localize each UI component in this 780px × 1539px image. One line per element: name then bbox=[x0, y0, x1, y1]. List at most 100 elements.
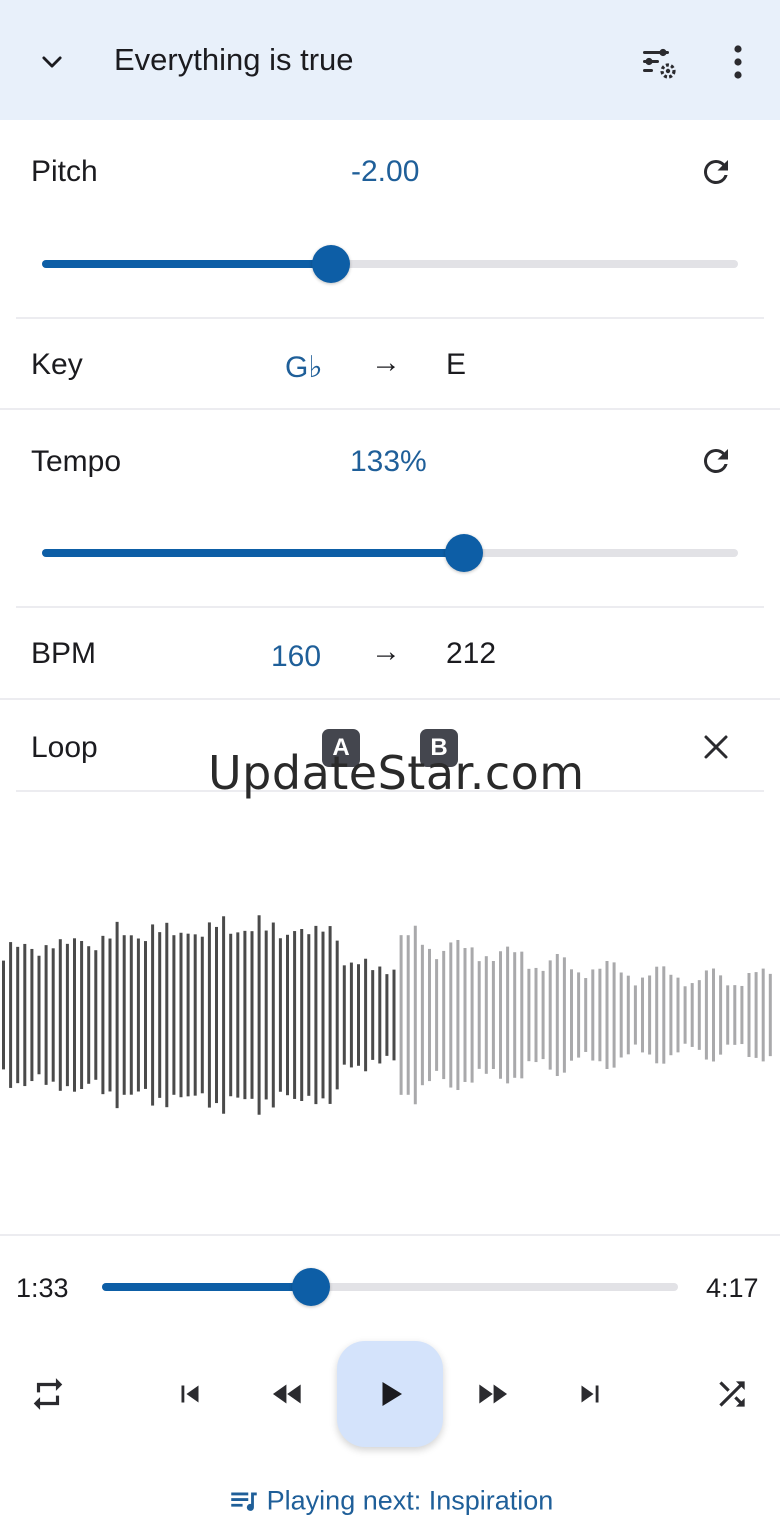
waveform-bar bbox=[704, 970, 708, 1060]
waveform-bar bbox=[413, 925, 417, 1105]
waveform-bar bbox=[151, 924, 155, 1106]
waveform-bar bbox=[570, 969, 573, 1061]
waveform-bar bbox=[520, 951, 524, 1079]
waveform-bar bbox=[541, 970, 545, 1060]
playback-progress-slider[interactable] bbox=[102, 1268, 678, 1306]
play-button[interactable] bbox=[337, 1341, 443, 1447]
waveform-bar bbox=[712, 968, 715, 1062]
tempo-slider-thumb[interactable] bbox=[445, 534, 484, 572]
waveform-bar bbox=[73, 938, 76, 1092]
waveform-bar bbox=[420, 944, 424, 1086]
rewind-button[interactable] bbox=[266, 1372, 310, 1416]
waveform-bar bbox=[314, 925, 318, 1105]
play-icon bbox=[382, 1382, 402, 1406]
waveform-bar bbox=[506, 946, 510, 1084]
waveform-bar bbox=[136, 938, 140, 1092]
tempo-slider[interactable] bbox=[42, 534, 738, 572]
repeat-icon bbox=[33, 1378, 63, 1410]
waveform-bar bbox=[633, 985, 637, 1045]
tempo-slider-fill bbox=[42, 549, 465, 557]
waveform-bar bbox=[392, 969, 396, 1061]
waveform-bar bbox=[577, 972, 581, 1058]
fast-forward-button[interactable] bbox=[470, 1372, 514, 1416]
waveform-bar bbox=[2, 960, 5, 1070]
waveform-bar bbox=[655, 966, 659, 1064]
playing-next-link[interactable]: Playing next: Inspiration bbox=[0, 1484, 780, 1518]
divider bbox=[16, 606, 764, 608]
watermark: UpdateStar.com bbox=[208, 746, 585, 800]
waveform-bar bbox=[449, 942, 453, 1088]
waveform-bar bbox=[669, 974, 673, 1056]
waveform-bar bbox=[676, 977, 680, 1053]
queue-music-icon bbox=[230, 1492, 257, 1511]
collapse-button[interactable] bbox=[30, 40, 74, 84]
waveform[interactable] bbox=[0, 890, 780, 1140]
shuffle-button[interactable] bbox=[710, 1372, 754, 1416]
waveform-bar bbox=[207, 922, 211, 1108]
song-title: Everything is true bbox=[114, 42, 354, 77]
waveform-bar bbox=[399, 935, 403, 1095]
more-options-button[interactable] bbox=[716, 40, 760, 84]
repeat-button[interactable] bbox=[26, 1372, 70, 1416]
waveform-bar bbox=[101, 935, 105, 1095]
tempo-value: 133% bbox=[350, 445, 427, 478]
waveform-bar bbox=[293, 931, 297, 1099]
waveform-bar bbox=[534, 967, 538, 1063]
rewind-icon bbox=[272, 1384, 301, 1404]
pitch-value: -2.00 bbox=[351, 155, 420, 188]
waveform-bar bbox=[491, 961, 495, 1069]
skip-previous-icon bbox=[181, 1385, 199, 1403]
waveform-bar bbox=[527, 968, 531, 1062]
key-from-button[interactable]: G♭ bbox=[285, 350, 323, 385]
playback-progress-thumb[interactable] bbox=[291, 1268, 330, 1306]
waveform-bar bbox=[144, 941, 147, 1089]
skip-next-icon bbox=[581, 1385, 599, 1403]
equalizer-settings-button[interactable] bbox=[636, 40, 682, 86]
waveform-bar bbox=[591, 969, 595, 1061]
waveform-bar bbox=[80, 940, 84, 1090]
pitch-label: Pitch bbox=[31, 155, 98, 188]
waveform-bar bbox=[200, 936, 204, 1094]
waveform-bar bbox=[555, 953, 559, 1077]
waveform-bar bbox=[30, 948, 34, 1082]
waveform-bar bbox=[335, 940, 339, 1090]
key-arrow: → bbox=[371, 346, 401, 379]
waveform-bar bbox=[662, 966, 666, 1064]
bpm-from-value[interactable]: 160 bbox=[271, 640, 321, 674]
waveform-bar bbox=[122, 935, 126, 1095]
playback-progress-fill bbox=[102, 1283, 311, 1291]
waveform-bar bbox=[378, 966, 382, 1064]
loop-clear-button[interactable] bbox=[694, 725, 738, 769]
waveform-bar bbox=[747, 973, 751, 1057]
waveform-bar bbox=[499, 951, 502, 1079]
waveform-bar bbox=[58, 939, 62, 1091]
skip-next-button[interactable] bbox=[568, 1372, 612, 1416]
waveform-bar bbox=[300, 929, 304, 1101]
waveform-bar bbox=[690, 983, 694, 1047]
waveform-bar bbox=[349, 962, 353, 1068]
skip-previous-button[interactable] bbox=[168, 1372, 212, 1416]
waveform-bar bbox=[470, 947, 474, 1083]
divider bbox=[0, 698, 780, 700]
waveform-bar bbox=[278, 938, 282, 1092]
waveform-bar bbox=[513, 952, 517, 1078]
divider bbox=[0, 1234, 780, 1236]
waveform-bar bbox=[321, 931, 325, 1099]
waveform-bar bbox=[186, 933, 190, 1097]
tempo-label: Tempo bbox=[31, 445, 122, 478]
pitch-reset-button[interactable] bbox=[694, 150, 738, 194]
waveform-bar bbox=[428, 948, 431, 1082]
tempo-reset-button[interactable] bbox=[694, 439, 738, 483]
waveform-bar bbox=[768, 973, 772, 1057]
fast-forward-icon bbox=[479, 1384, 508, 1404]
waveform-bar bbox=[108, 938, 112, 1092]
divider bbox=[0, 408, 780, 410]
pitch-slider-thumb[interactable] bbox=[311, 245, 350, 283]
elapsed-time: 1:33 bbox=[16, 1273, 69, 1303]
pitch-slider[interactable] bbox=[42, 245, 738, 283]
chevron-down-icon bbox=[42, 56, 62, 68]
waveform-bar bbox=[626, 975, 630, 1055]
waveform-bar bbox=[761, 968, 765, 1062]
waveform-bar bbox=[740, 985, 744, 1045]
waveform-bar bbox=[158, 932, 162, 1098]
